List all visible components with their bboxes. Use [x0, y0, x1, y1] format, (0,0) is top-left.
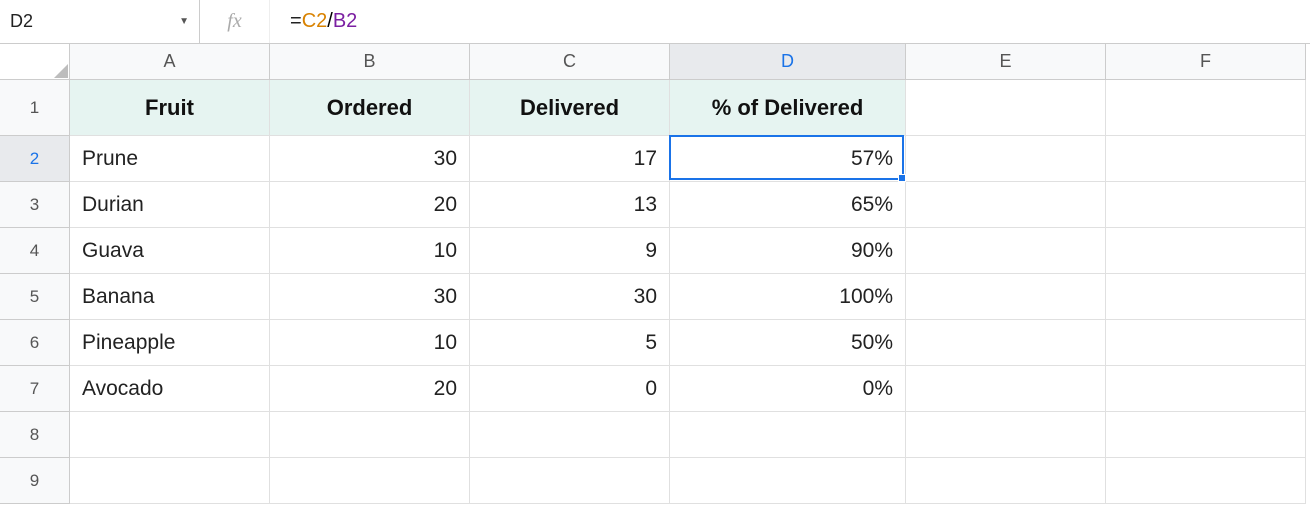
- cell-e9[interactable]: [906, 458, 1106, 504]
- formula-eq: =: [290, 10, 302, 32]
- col-header-a[interactable]: A: [70, 44, 270, 80]
- row-header-9[interactable]: 9: [0, 458, 70, 504]
- col-header-c[interactable]: C: [470, 44, 670, 80]
- cell-b6[interactable]: 10: [270, 320, 470, 366]
- cell-f2[interactable]: [1106, 136, 1306, 182]
- cell-a2[interactable]: Prune: [70, 136, 270, 182]
- cell-b1[interactable]: Ordered: [270, 80, 470, 136]
- cell-b3[interactable]: 20: [270, 182, 470, 228]
- cell-a5[interactable]: Banana: [70, 274, 270, 320]
- cell-c4[interactable]: 9: [470, 228, 670, 274]
- fx-icon[interactable]: fx: [200, 0, 270, 43]
- row-header-2[interactable]: 2: [0, 136, 70, 182]
- cell-d5[interactable]: 100%: [670, 274, 906, 320]
- select-all-corner[interactable]: [0, 44, 70, 80]
- cell-d7[interactable]: 0%: [670, 366, 906, 412]
- cell-e5[interactable]: [906, 274, 1106, 320]
- row-header-5[interactable]: 5: [0, 274, 70, 320]
- cell-f8[interactable]: [1106, 412, 1306, 458]
- cell-f7[interactable]: [1106, 366, 1306, 412]
- name-box-text: D2: [10, 11, 179, 32]
- cell-c8[interactable]: [470, 412, 670, 458]
- cell-b5[interactable]: 30: [270, 274, 470, 320]
- cell-e6[interactable]: [906, 320, 1106, 366]
- cell-d6[interactable]: 50%: [670, 320, 906, 366]
- cell-d3[interactable]: 65%: [670, 182, 906, 228]
- cell-f6[interactable]: [1106, 320, 1306, 366]
- cell-b8[interactable]: [270, 412, 470, 458]
- col-header-f[interactable]: F: [1106, 44, 1306, 80]
- cell-b7[interactable]: 20: [270, 366, 470, 412]
- row-header-8[interactable]: 8: [0, 412, 70, 458]
- row-header-7[interactable]: 7: [0, 366, 70, 412]
- cell-a3[interactable]: Durian: [70, 182, 270, 228]
- corner-triangle-icon: [54, 64, 68, 78]
- cell-e8[interactable]: [906, 412, 1106, 458]
- col-header-e[interactable]: E: [906, 44, 1106, 80]
- cell-a9[interactable]: [70, 458, 270, 504]
- formula-ref-c2: C2: [302, 10, 328, 32]
- formula-bar: D2 ▼ fx =C2/B2: [0, 0, 1310, 44]
- cell-a6[interactable]: Pineapple: [70, 320, 270, 366]
- col-header-d[interactable]: D: [670, 44, 906, 80]
- name-box[interactable]: D2 ▼: [0, 0, 200, 43]
- formula-ref-b2: B2: [333, 10, 357, 32]
- row-header-1[interactable]: 1: [0, 80, 70, 136]
- cell-b2[interactable]: 30: [270, 136, 470, 182]
- cell-c6[interactable]: 5: [470, 320, 670, 366]
- cell-a1[interactable]: Fruit: [70, 80, 270, 136]
- cell-f5[interactable]: [1106, 274, 1306, 320]
- col-header-b[interactable]: B: [270, 44, 470, 80]
- cell-c2[interactable]: 17: [470, 136, 670, 182]
- cell-e3[interactable]: [906, 182, 1106, 228]
- cell-d9[interactable]: [670, 458, 906, 504]
- cell-d1[interactable]: % of Delivered: [670, 80, 906, 136]
- row-header-6[interactable]: 6: [0, 320, 70, 366]
- cell-f4[interactable]: [1106, 228, 1306, 274]
- cell-c1[interactable]: Delivered: [470, 80, 670, 136]
- cell-e2[interactable]: [906, 136, 1106, 182]
- cell-b9[interactable]: [270, 458, 470, 504]
- cell-d2[interactable]: 57%: [670, 136, 906, 182]
- cell-e1[interactable]: [906, 80, 1106, 136]
- cell-e7[interactable]: [906, 366, 1106, 412]
- cell-f9[interactable]: [1106, 458, 1306, 504]
- cell-b4[interactable]: 10: [270, 228, 470, 274]
- cell-c7[interactable]: 0: [470, 366, 670, 412]
- cell-c9[interactable]: [470, 458, 670, 504]
- cell-a4[interactable]: Guava: [70, 228, 270, 274]
- cell-d4[interactable]: 90%: [670, 228, 906, 274]
- row-header-3[interactable]: 3: [0, 182, 70, 228]
- cell-d8[interactable]: [670, 412, 906, 458]
- formula-input[interactable]: =C2/B2: [270, 10, 1310, 33]
- cell-a7[interactable]: Avocado: [70, 366, 270, 412]
- cell-a8[interactable]: [70, 412, 270, 458]
- cell-c5[interactable]: 30: [470, 274, 670, 320]
- cell-c3[interactable]: 13: [470, 182, 670, 228]
- spreadsheet-grid: A B C D E F 1 Fruit Ordered Delivered % …: [0, 44, 1310, 504]
- row-header-4[interactable]: 4: [0, 228, 70, 274]
- cell-e4[interactable]: [906, 228, 1106, 274]
- cell-f1[interactable]: [1106, 80, 1306, 136]
- cell-f3[interactable]: [1106, 182, 1306, 228]
- chevron-down-icon[interactable]: ▼: [179, 16, 189, 27]
